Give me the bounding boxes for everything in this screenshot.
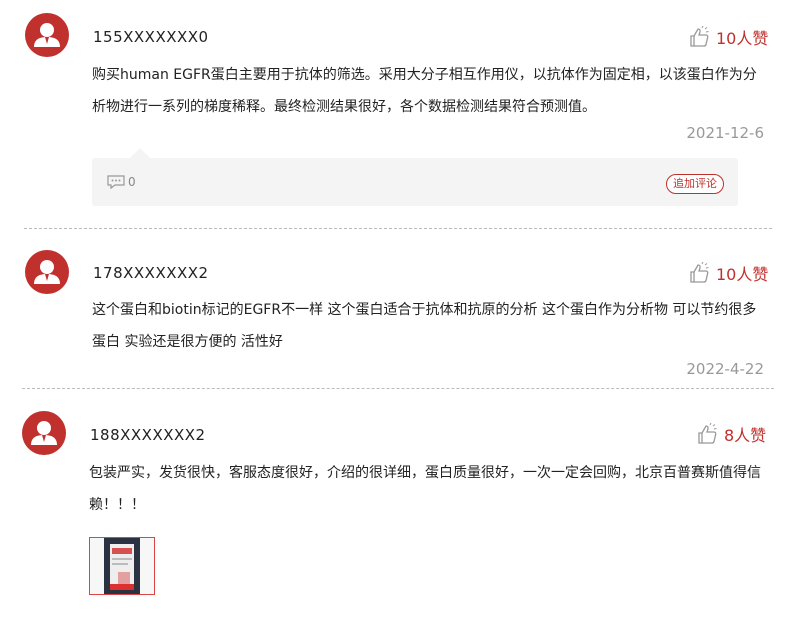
like-button[interactable]: 8人赞 (696, 422, 766, 446)
review-username: 155XXXXXXX0 (93, 28, 209, 46)
review-photo-thumbnail[interactable] (89, 537, 155, 595)
thumbs-up-icon (690, 262, 709, 283)
user-avatar-icon (25, 250, 69, 294)
comment-button[interactable]: 0 (106, 174, 136, 190)
comment-count: 0 (128, 175, 136, 189)
like-count: 10人赞 (716, 29, 769, 48)
add-comment-button[interactable]: 追加评论 (666, 174, 724, 194)
user-avatar-icon (22, 411, 66, 455)
review-date: 2022-4-22 (686, 360, 764, 378)
reply-pointer (130, 148, 150, 158)
review-content: 购买human EGFR蛋白主要用于抗体的筛选。采用大分子相互作用仪，以抗体作为… (92, 67, 757, 115)
like-count: 10人赞 (716, 265, 769, 284)
thumbs-up-icon (690, 26, 709, 47)
thumbs-up-icon (698, 423, 717, 444)
reply-panel: 0 追加评论 (92, 158, 738, 206)
review-content: 这个蛋白和biotin标记的EGFR不一样 这个蛋白适合于抗体和抗原的分析 这个… (92, 302, 757, 350)
user-avatar-icon (25, 13, 69, 57)
review-date: 2021-12-6 (686, 124, 764, 142)
review-content: 包装严实，发货很快，客服态度很好，介绍的很详细，蛋白质量很好，一次一定会回购，北… (89, 465, 761, 513)
divider (24, 228, 772, 229)
review-username: 188XXXXXXX2 (90, 426, 206, 444)
like-button[interactable]: 10人赞 (688, 261, 768, 285)
comment-bubble-icon (107, 175, 125, 190)
like-count: 8人赞 (724, 426, 767, 445)
like-button[interactable]: 10人赞 (688, 25, 768, 49)
divider (22, 388, 774, 389)
review-username: 178XXXXXXX2 (93, 264, 209, 282)
